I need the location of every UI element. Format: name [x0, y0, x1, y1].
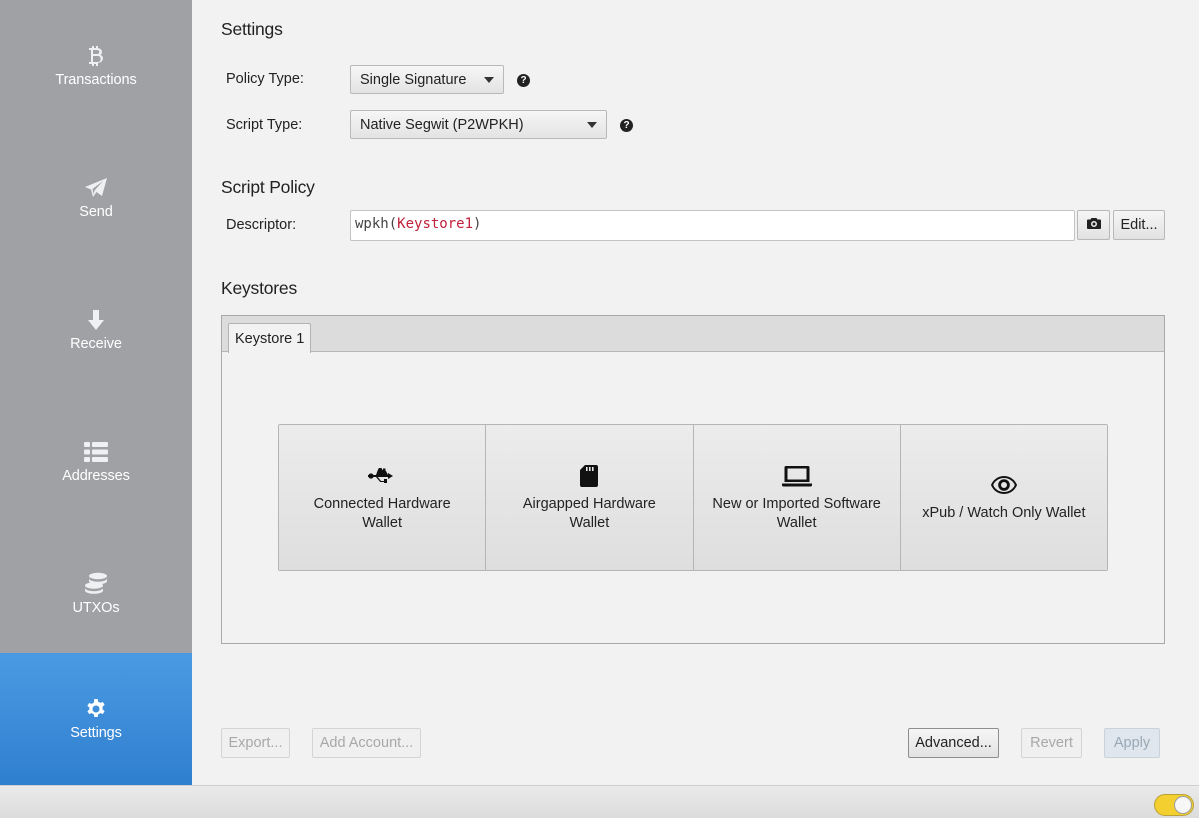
sidebar-item-receive[interactable]: Receive	[0, 264, 192, 396]
paper-plane-icon	[84, 176, 108, 200]
tab-keystore-1[interactable]: Keystore 1	[228, 323, 312, 353]
watch-only-wallet-button[interactable]: xPub / Watch Only Wallet	[900, 425, 1107, 570]
script-type-select[interactable]: Native Segwit (P2WPKH)	[350, 110, 607, 139]
export-button[interactable]: Export...	[221, 728, 290, 758]
edit-descriptor-button[interactable]: Edit...	[1113, 210, 1165, 240]
keystores-title: Keystores	[221, 278, 298, 298]
airgapped-hardware-wallet-button[interactable]: Airgapped Hardware Wallet	[486, 425, 694, 570]
sidebar-item-addresses[interactable]: Addresses	[0, 396, 192, 528]
gear-icon	[84, 697, 108, 721]
settings-title: Settings	[221, 19, 283, 39]
connected-hardware-wallet-button[interactable]: Connected Hardware Wallet	[279, 425, 487, 570]
software-wallet-button[interactable]: New or Imported Software Wallet	[693, 425, 901, 570]
toggle-knob	[1174, 796, 1192, 814]
status-bar	[0, 785, 1199, 818]
wallet-option-label: Airgapped Hardware Wallet	[522, 495, 656, 531]
advanced-button[interactable]: Advanced...	[908, 728, 999, 758]
policy-type-select[interactable]: Single Signature	[350, 65, 504, 94]
laptop-icon	[781, 463, 812, 489]
wallet-option-label: xPub / Watch Only Wallet	[922, 505, 1086, 521]
wallet-option-label: New or Imported Software Wallet	[712, 495, 881, 531]
script-policy-title: Script Policy	[221, 177, 315, 197]
sd-card-icon	[580, 463, 599, 489]
help-icon[interactable]: ?	[620, 119, 633, 132]
descriptor-prefix: wpkh(	[355, 216, 398, 232]
apply-button[interactable]: Apply	[1104, 728, 1160, 758]
descriptor-suffix: )	[473, 216, 482, 232]
sidebar-item-label: Addresses	[62, 468, 130, 484]
descriptor-label: Descriptor:	[226, 217, 297, 233]
camera-icon	[1086, 217, 1101, 233]
descriptor-field[interactable]: wpkh(Keystore1)	[350, 210, 1075, 241]
usb-icon	[367, 463, 397, 489]
descriptor-keystore-ref: Keystore1	[397, 216, 474, 232]
add-account-button[interactable]: Add Account...	[312, 728, 421, 758]
sidebar-item-send[interactable]: Send	[0, 132, 192, 264]
sidebar-item-settings[interactable]: Settings	[0, 653, 192, 785]
keystore-tab-pane: Keystore 1 Connected Hardware Wallet Air…	[221, 315, 1165, 644]
sidebar-item-utxos[interactable]: UTXOs	[0, 528, 192, 660]
bitcoin-icon	[84, 44, 108, 68]
sidebar-item-label: Send	[79, 204, 113, 220]
policy-type-label: Policy Type:	[226, 71, 304, 87]
sidebar-item-label: Settings	[70, 725, 122, 741]
policy-type-value: Single Signature	[360, 71, 467, 88]
list-icon	[84, 440, 108, 464]
chevron-down-icon	[484, 76, 494, 83]
coins-icon	[84, 572, 108, 596]
online-toggle[interactable]	[1154, 794, 1194, 816]
wallet-option-label: Connected Hardware Wallet	[313, 495, 451, 531]
keystore-tab-bar: Keystore 1	[222, 316, 1164, 353]
sidebar-item-label: UTXOs	[72, 600, 120, 616]
sidebar-item-label: Transactions	[55, 72, 137, 88]
arrow-down-icon	[84, 308, 108, 332]
eye-icon	[990, 472, 1018, 498]
script-type-label: Script Type:	[226, 117, 303, 133]
chevron-down-icon	[587, 121, 597, 128]
settings-panel: Settings Policy Type: Single Signature ?…	[192, 0, 1199, 785]
sidebar-item-label: Receive	[70, 336, 122, 352]
revert-button[interactable]: Revert	[1021, 728, 1082, 758]
camera-button[interactable]	[1077, 210, 1110, 240]
keystore-source-options: Connected Hardware Wallet Airgapped Hard…	[278, 424, 1108, 571]
sidebar-item-transactions[interactable]: Transactions	[0, 0, 192, 132]
sidebar: Transactions Send Receive Addresses UTXO…	[0, 0, 192, 785]
help-icon[interactable]: ?	[517, 74, 530, 87]
script-type-value: Native Segwit (P2WPKH)	[360, 116, 524, 133]
